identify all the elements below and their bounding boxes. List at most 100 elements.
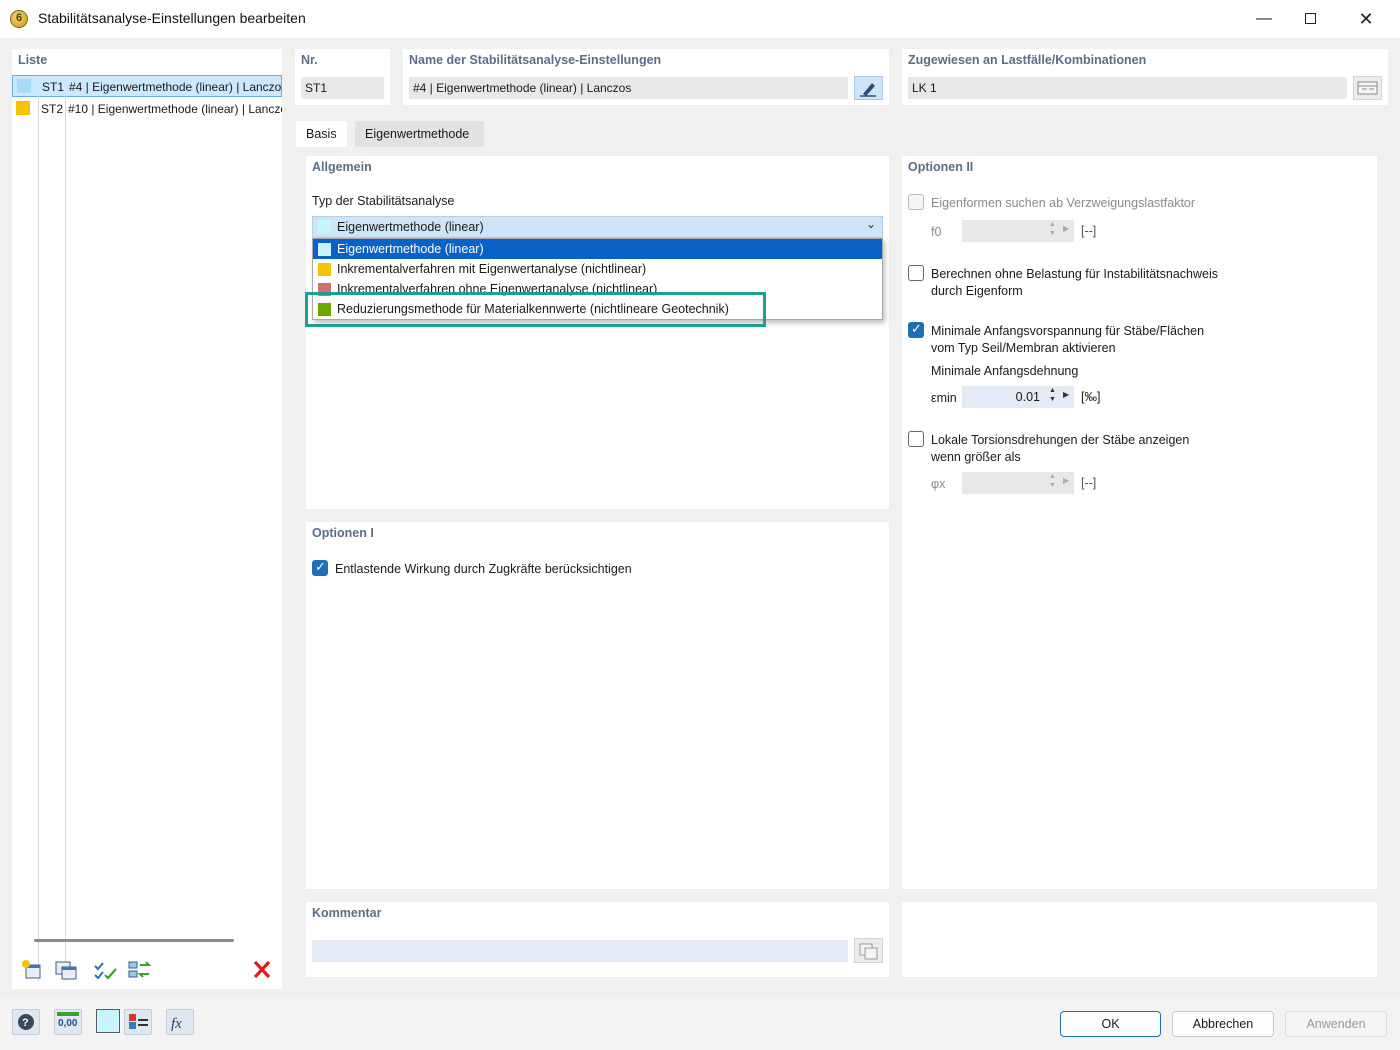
kommentar-title: Kommentar [312,906,382,920]
help-icon: ? [18,1014,34,1030]
new-item-icon [22,960,41,979]
analysis-type-dropdown[interactable]: Eigenwertmethode (linear) ⌄ [312,216,883,238]
close-button[interactable]: ✕ [1343,0,1389,38]
check-all-button[interactable] [92,957,120,983]
type-label: Typ der Stabilitätsanalyse [312,194,455,208]
horizontal-scrollbar[interactable] [34,939,234,942]
entlastend-label: Entlastende Wirkung durch Zugkräfte berü… [335,562,632,576]
ohne-belastung-checkbox[interactable] [908,265,924,281]
dropdown-selected-value: Eigenwertmethode (linear) [337,220,484,234]
kommentar-input[interactable] [312,940,848,962]
assigned-panel: Zugewiesen an Lastfälle/Kombinationen LK… [902,49,1388,105]
svg-text:?: ? [22,1017,29,1029]
color-swatch [17,79,31,93]
assigned-field[interactable]: LK 1 [908,77,1347,99]
dropdown-option-inkremental-mit[interactable]: Inkrementalverfahren mit Eigenwertanalys… [313,259,882,279]
kommentar-copy-button[interactable] [854,938,883,963]
name-field[interactable]: #4 | Eigenwertmethode (linear) | Lanczos [409,77,848,99]
dropdown-option-eigenwert-linear[interactable]: Eigenwertmethode (linear) [313,239,882,259]
cancel-button[interactable]: Abbrechen [1172,1011,1274,1037]
optionen1-panel: Optionen I Entlastende Wirkung durch Zug… [306,522,889,889]
phi-input[interactable]: ▲ ▼ ▶ [962,472,1074,494]
ok-button[interactable]: OK [1060,1011,1161,1037]
spin-up-icon: ▲ ▼ [1049,387,1056,403]
app-icon-label: 6 [16,12,23,24]
minimize-icon: — [1256,10,1272,27]
phi-symbol: φx [931,477,946,491]
list-item-id: ST2 [41,102,64,116]
edit-pencil-icon [860,83,876,97]
spin-right-icon: ▶ [1063,476,1070,485]
option-label: Eigenwertmethode (linear) [337,242,484,256]
new-item-button[interactable] [18,957,46,983]
formula-button[interactable]: fx [166,1009,194,1035]
copy-item-button[interactable] [52,957,80,983]
color-swatch [318,220,331,233]
help-button[interactable]: ? [12,1009,40,1035]
phi-unit: [--] [1081,476,1097,490]
maximize-button[interactable] [1287,0,1333,38]
copy-comment-icon [859,943,878,960]
eigenformen-checkbox[interactable] [908,194,924,210]
empty-panel [902,902,1377,977]
list-item-id: ST1 [42,80,65,94]
display-properties-button[interactable] [124,1009,152,1035]
decimal-text: 0,00 [58,1018,78,1029]
table-select-icon [1357,81,1378,95]
name-label: Name der Stabilitätsanalyse-Einstellunge… [409,53,662,67]
entlastend-checkbox[interactable] [312,559,328,576]
window-title: Stabilitätsanalyse-Einstellungen bearbei… [38,10,306,26]
edit-name-button[interactable] [854,76,883,100]
optionen2-title: Optionen II [908,160,974,174]
eigenformen-label: Eigenformen suchen ab Verzweigungslastfa… [931,196,1196,210]
highlight-frame [305,292,766,327]
list-item-st1[interactable]: ST1 #4 | Eigenwertmethode (linear) | Lan… [12,75,282,97]
copy-item-icon [55,961,77,980]
nr-label: Nr. [301,53,318,67]
vorspannung-label-line2: vom Typ Seil/Membran aktivieren [931,341,1116,355]
list-item-st2[interactable]: ST2 #10 | Eigenwertmethode (linear) | La… [12,98,282,120]
formula-icon: fx [171,1016,182,1032]
tab-eigenwertmethode[interactable]: Eigenwertmethode [355,121,484,147]
f0-unit: [--] [1081,224,1097,238]
ohne-belastung-label-line1: Berechnen ohne Belastung für Instabilitä… [931,267,1218,281]
column-divider [38,96,39,981]
allgemein-title: Allgemein [312,160,372,174]
column-divider [65,96,66,981]
option-label: Inkrementalverfahren mit Eigenwertanalys… [337,262,647,276]
renumber-button[interactable] [126,957,154,983]
f0-input[interactable]: ▲ ▼ ▶ [962,220,1074,242]
close-icon: ✕ [1358,9,1374,29]
kommentar-panel: Kommentar [306,902,889,977]
spin-up-icon: ▲ ▼ [1049,473,1056,489]
check-all-icon [94,962,117,980]
anfangsdehnung-label: Minimale Anfangsdehnung [931,364,1079,378]
svg-text:fx: fx [171,1016,182,1032]
assign-button[interactable] [1353,76,1382,100]
spin-up-icon: ▲ ▼ [1049,221,1056,237]
emin-input[interactable]: 0.01 ▲ ▼ ▶ [962,386,1074,408]
delete-icon [253,960,271,979]
color-swatch [318,263,331,277]
torsion-checkbox[interactable] [908,431,924,447]
minimize-button[interactable]: — [1241,0,1287,38]
delete-button[interactable] [248,957,276,983]
nr-field[interactable]: ST1 [301,77,384,99]
nr-panel: Nr. ST1 [295,49,390,105]
vorspannung-label-line1: Minimale Anfangsvorspannung für Stäbe/Fl… [931,324,1205,338]
optionen1-title: Optionen I [312,526,374,540]
vorspannung-checkbox[interactable] [908,321,924,338]
spin-right-icon: ▶ [1063,224,1070,233]
app-icon: 6 [10,10,28,28]
decimal-places-button[interactable]: 0,00 [54,1009,82,1035]
color-swatch-button[interactable] [96,1009,120,1033]
maximize-icon [1304,13,1316,25]
list-title: Liste [18,53,48,67]
allgemein-panel: Allgemein Typ der Stabilitätsanalyse [306,156,889,509]
tab-basis[interactable]: Basis [296,121,347,147]
ohne-belastung-label-line2: durch Eigenform [931,284,1023,298]
name-panel: Name der Stabilitätsanalyse-Einstellunge… [403,49,889,105]
optionen2-panel: Optionen II Eigenformen suchen ab Verzwe… [902,156,1377,889]
apply-button[interactable]: Anwenden [1285,1011,1387,1037]
color-swatch [16,101,30,115]
